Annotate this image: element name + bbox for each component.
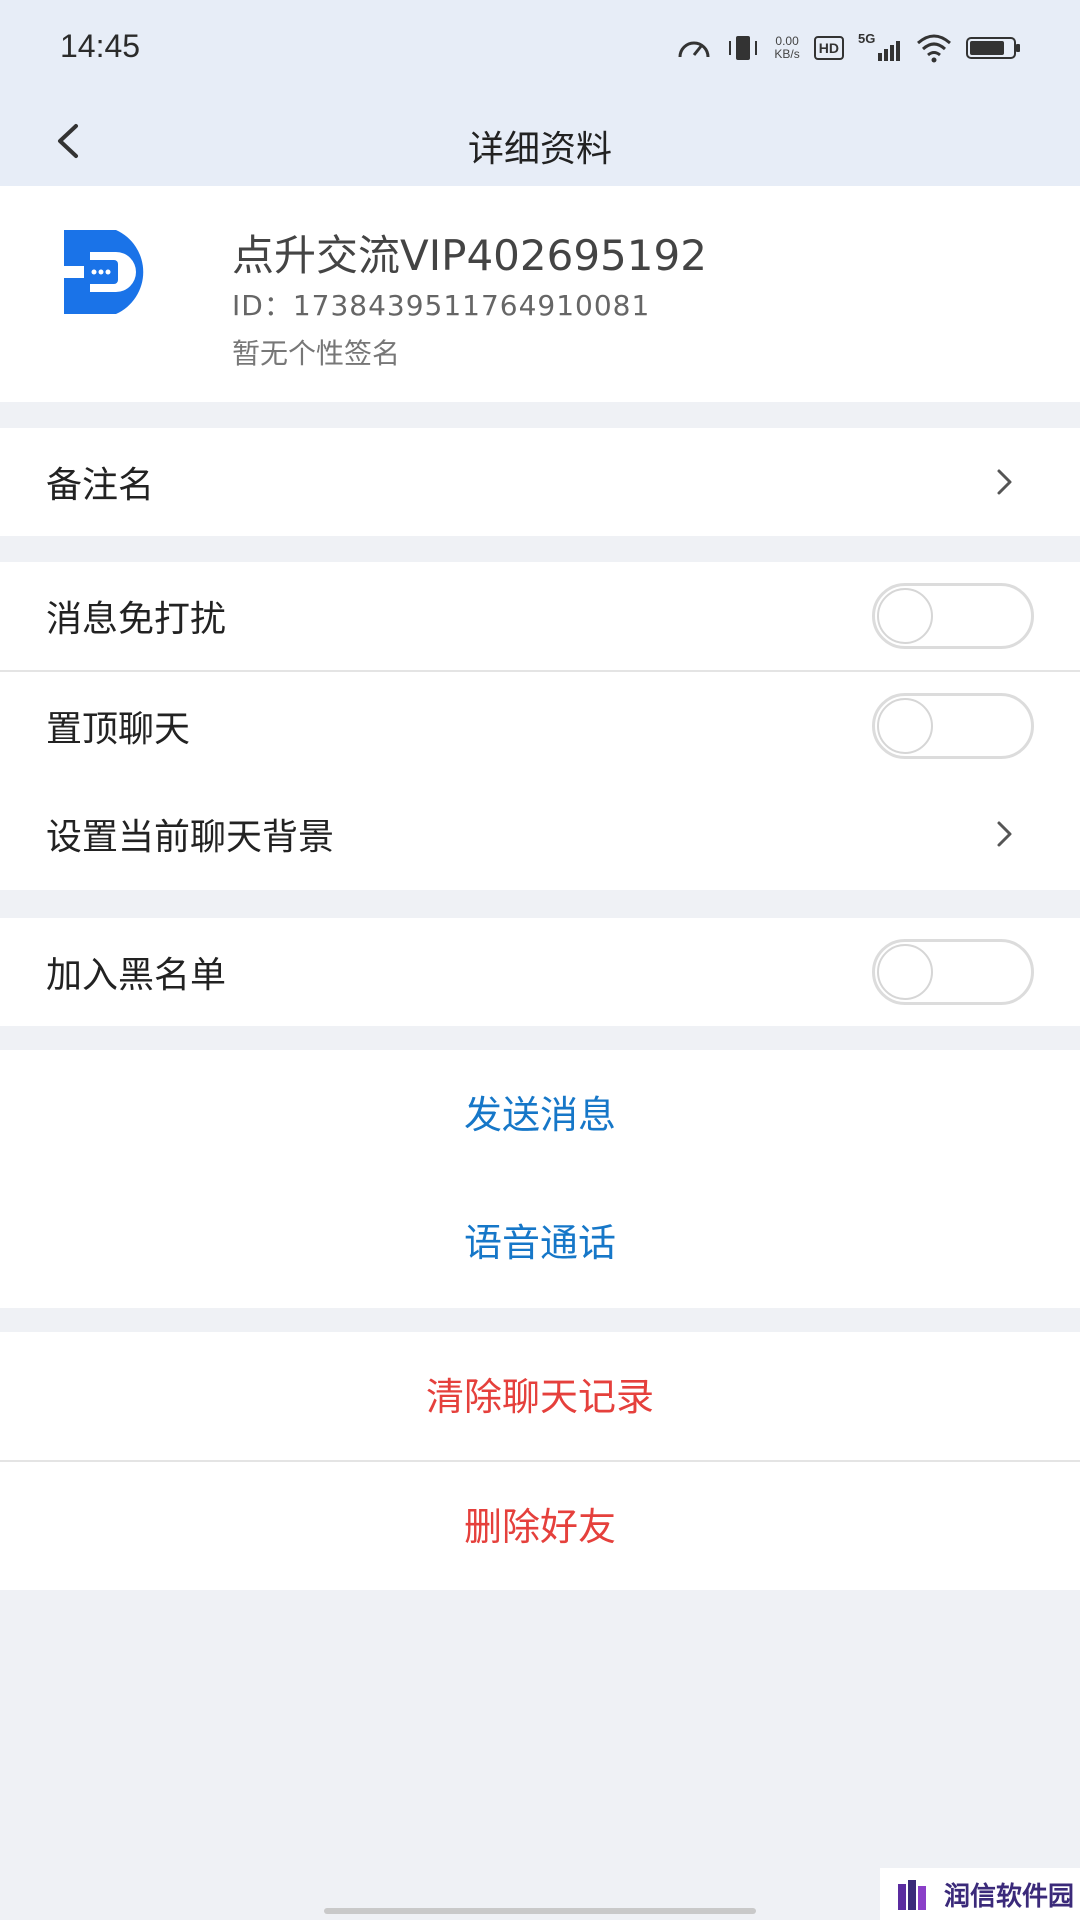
speedometer-icon [678,41,710,58]
chat-background-label: 设置当前聊天背景 [46,817,335,858]
do-not-disturb-row: 消息免打扰 [0,562,1080,670]
blacklist-row: 加入黑名单 [0,918,1080,1026]
profile-signature: 暂无个性签名 [232,337,401,370]
battery-icon [966,37,1020,59]
pin-chat-row: 置顶聊天 [0,672,1080,780]
status-icons: 0.00 KB/s HD 5G [676,30,1022,66]
voice-call-button[interactable]: 语音通话 [0,1178,1080,1308]
net-speed-unit: KB/s [774,47,800,61]
do-not-disturb-toggle[interactable] [872,583,1034,649]
profile-card: 点升交流VIP402695192 ID：1738439511764910081 … [0,186,1080,402]
blacklist-label: 加入黑名单 [46,955,227,996]
toggle-knob [877,698,933,754]
net-speed: 0.00 KB/s [774,35,799,61]
avatar[interactable] [60,222,170,322]
page-title: 详细资料 [467,129,612,170]
app-logo-icon [60,230,144,314]
watermark: 润信软件园 [880,1868,1080,1920]
toggle-knob [877,944,933,1000]
remark-row[interactable]: 备注名 [0,428,1080,536]
blacklist-toggle[interactable] [872,939,1034,1005]
signal-icon: 5G [858,31,902,63]
profile-name: 点升交流VIP402695192 [232,231,707,280]
vibrate-icon [729,36,758,60]
danger-actions-group: 清除聊天记录 删除好友 [0,1332,1080,1590]
clear-history-button[interactable]: 清除聊天记录 [0,1332,1080,1462]
delete-friend-button[interactable]: 删除好友 [0,1462,1080,1592]
pin-chat-toggle[interactable] [872,693,1034,759]
status-bar: 14:45 0.00 KB/s HD 5G [0,0,1080,100]
remark-group: 备注名 [0,428,1080,536]
chevron-right-icon [997,821,1012,847]
watermark-logo-icon [898,1880,926,1910]
chevron-right-icon [997,469,1012,495]
settings-group: 消息免打扰 置顶聊天 设置当前聊天背景 [0,562,1080,890]
primary-actions-group: 发送消息 语音通话 [0,1050,1080,1308]
do-not-disturb-label: 消息免打扰 [46,599,227,640]
remark-label: 备注名 [46,465,155,506]
status-time: 14:45 [60,28,141,64]
nav-bar: 详细资料 [0,100,1080,186]
profile-id: ID：1738439511764910081 [232,289,651,322]
wifi-icon [917,34,951,63]
watermark-text: 润信软件园 [944,1881,1075,1912]
home-indicator[interactable] [324,1908,756,1914]
blacklist-group: 加入黑名单 [0,918,1080,1026]
hd-badge: HD [813,36,844,60]
toggle-knob [877,588,933,644]
chat-background-row[interactable]: 设置当前聊天背景 [0,780,1080,888]
send-message-button[interactable]: 发送消息 [0,1050,1080,1180]
pin-chat-label: 置顶聊天 [46,709,191,750]
